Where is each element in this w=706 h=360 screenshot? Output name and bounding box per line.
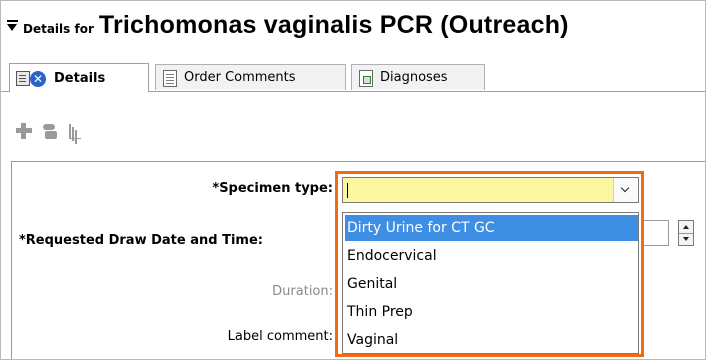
specimen-type-label: *Specimen type:: [212, 181, 333, 196]
order-details-window: Details for Trichomonas vaginalis PCR (O…: [0, 0, 706, 360]
collapse-arrow-icon[interactable]: [7, 20, 19, 34]
tray-icon[interactable]: [41, 122, 59, 140]
tab-order-comments[interactable]: Order Comments: [155, 64, 346, 90]
chart-icon[interactable]: [67, 122, 85, 140]
spin-up-icon[interactable]: [683, 225, 689, 229]
diagnoses-icon: [358, 69, 374, 87]
details-prefix: Details for: [23, 22, 94, 36]
tab-details-label: Details: [54, 70, 106, 86]
draw-date-label: *Requested Draw Date and Time:: [19, 233, 263, 248]
add-icon[interactable]: [15, 122, 33, 140]
details-icon: ✕: [16, 70, 48, 87]
page-title: Trichomonas vaginalis PCR (Outreach): [98, 11, 569, 39]
spin-down-icon[interactable]: [683, 237, 689, 241]
label-comment-label: Label comment:: [227, 329, 333, 344]
highlight-box: [335, 171, 644, 357]
tab-bar: ✕ Details Order Comments Diagnoses: [1, 61, 705, 92]
tab-details[interactable]: ✕ Details: [9, 63, 149, 92]
comments-icon: [162, 69, 178, 87]
tab-diagnoses-label: Diagnoses: [380, 70, 448, 85]
tab-diagnoses[interactable]: Diagnoses: [351, 64, 485, 90]
details-header: Details for Trichomonas vaginalis PCR (O…: [7, 11, 569, 43]
tab-order-comments-label: Order Comments: [184, 70, 296, 85]
toolbar: [15, 119, 93, 143]
duration-label: Duration:: [272, 284, 333, 299]
draw-date-field[interactable]: [641, 220, 669, 246]
time-spinner[interactable]: [678, 220, 694, 246]
